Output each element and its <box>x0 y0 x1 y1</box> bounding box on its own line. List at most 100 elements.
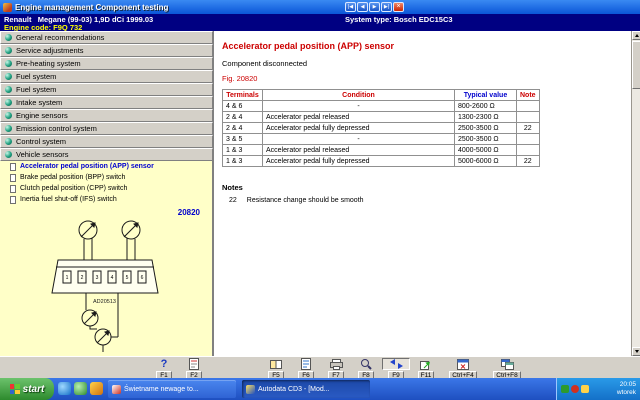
cell-terminals: 2 & 4 <box>223 112 263 123</box>
search-icon <box>352 358 380 370</box>
test-values-table: Terminals Condition Typical value Note 4… <box>222 89 540 167</box>
nav-last-button[interactable]: ▶| <box>381 2 392 12</box>
tray-status-icon-green[interactable] <box>561 385 569 393</box>
taskbar-clock[interactable]: 20:05 wtorek <box>617 381 636 397</box>
subitem-app-sensor[interactable]: Accelerator pedal position (APP) sensor <box>0 161 212 172</box>
windows-logo-icon <box>10 384 20 394</box>
cell-note <box>517 101 540 112</box>
function-toolbar: ? F1 F2 F5 F6 F7 F8 F9 <box>0 356 640 378</box>
subitem-ifs-switch[interactable]: Inertia fuel shut-off (IFS) switch <box>0 194 212 205</box>
sidebar-item-engine-sensors[interactable]: Engine sensors <box>0 109 213 122</box>
sidebar-item-label: Control system <box>16 137 66 146</box>
start-button[interactable]: start <box>0 378 54 400</box>
toolbar-button-ctrl-f8[interactable]: Ctrl+F8 <box>488 358 526 380</box>
main-content: Accelerator pedal position (APP) sensor … <box>213 31 631 356</box>
sidebar-item-intake-system[interactable]: Intake system <box>0 96 213 109</box>
subitem-label: Inertia fuel shut-off (IFS) switch <box>20 196 117 203</box>
figure-reference[interactable]: Fig. 20820 <box>222 74 257 83</box>
cell-typical-value: 2500-3500 Ω <box>455 123 517 134</box>
figure-number: 20820 <box>178 208 200 217</box>
pin-number: 6 <box>141 275 144 281</box>
bullet-sphere-icon <box>5 125 12 132</box>
page-title: Accelerator pedal position (APP) sensor <box>222 41 394 51</box>
toolbar-button-help[interactable]: ? F1 <box>150 358 178 380</box>
toolbar-button-f11[interactable]: F11 <box>412 358 440 380</box>
component-diagram-panel: 1 2 3 4 5 6 20820 AD20513 <box>0 205 213 356</box>
subitem-bpp-switch[interactable]: Brake pedal position (BPP) switch <box>0 172 212 183</box>
bullet-sphere-icon <box>5 86 12 93</box>
page-icon <box>10 174 16 182</box>
help-icon: ? <box>150 358 178 370</box>
toolbar-button-f2[interactable]: F2 <box>180 358 208 380</box>
nav-prev-button[interactable]: ◀ <box>357 2 368 12</box>
col-header-typical-value: Typical value <box>455 90 517 101</box>
toolbar-button-print[interactable]: F7 <box>322 358 350 380</box>
page-icon <box>10 196 16 204</box>
book-icon <box>262 358 290 370</box>
vehicle-header: Renault Megane (99-03) 1,9D dCi 1999.03 … <box>0 14 640 31</box>
toolbar-button-ctrl-f4[interactable]: Ctrl+F4 <box>444 358 482 380</box>
quicklaunch-app-icon[interactable] <box>74 382 87 395</box>
sidebar-item-general-recommendations[interactable]: General recommendations <box>0 31 213 44</box>
sidebar-item-fuel-system-2[interactable]: Fuel system <box>0 83 213 96</box>
taskbar-task-messenger[interactable]: Świetname newage to... <box>108 380 236 398</box>
sidebar-item-emission-control-system[interactable]: Emission control system <box>0 122 213 135</box>
sidebar-item-fuel-system-1[interactable]: Fuel system <box>0 70 213 83</box>
windows-taskbar: start Świetname newage to... Autodata CD… <box>0 378 640 400</box>
app-icon <box>3 3 12 12</box>
sidebar-item-vehicle-sensors[interactable]: Vehicle sensors <box>0 148 213 161</box>
cell-note: 22 <box>517 123 540 134</box>
test-condition: Component disconnected <box>222 59 307 68</box>
sidebar-item-control-system[interactable]: Control system <box>0 135 213 148</box>
page-icon <box>10 163 16 171</box>
col-header-terminals: Terminals <box>223 90 263 101</box>
notes-heading: Notes <box>222 183 243 192</box>
start-label: start <box>23 384 45 395</box>
cell-condition: Accelerator pedal fully depressed <box>263 123 455 134</box>
sidebar-item-label: Emission control system <box>16 124 97 133</box>
toolbar-button-f5[interactable]: F5 <box>262 358 290 380</box>
toolbar-button-search[interactable]: F8 <box>352 358 380 380</box>
nav-button-cluster: |◀ ◀ ▶ ▶| × <box>345 2 404 12</box>
pin-number: 4 <box>111 275 114 281</box>
cell-terminals: 2 & 4 <box>223 123 263 134</box>
quicklaunch-browser-icon[interactable] <box>58 382 71 395</box>
system-tray: 20:05 wtorek <box>556 378 640 400</box>
subitem-cpp-switch[interactable]: Clutch pedal position (CPP) switch <box>0 183 212 194</box>
nav-next-button[interactable]: ▶ <box>369 2 380 12</box>
bullet-sphere-icon <box>5 99 12 106</box>
cell-condition: - <box>263 101 455 112</box>
scrollbar-thumb[interactable] <box>632 41 640 89</box>
scroll-up-icon[interactable] <box>632 31 640 40</box>
sidebar-item-service-adjustments[interactable]: Service adjustments <box>0 44 213 57</box>
scroll-down-icon[interactable] <box>632 347 640 356</box>
cell-condition: Accelerator pedal released <box>263 145 455 156</box>
close-icon[interactable]: × <box>393 2 404 12</box>
table-row: 3 & 5 - 2500-3500 Ω <box>223 134 540 145</box>
sidebar-item-label: Fuel system <box>16 85 56 94</box>
taskbar-task-autodata[interactable]: Autodata CD3 - [Mod... <box>242 380 370 398</box>
cell-terminals: 1 & 3 <box>223 156 263 167</box>
clock-day: wtorek <box>617 389 636 397</box>
app-sensor-wiring-diagram: 1 2 3 4 5 6 <box>0 205 213 356</box>
nav-first-button[interactable]: |◀ <box>345 2 356 12</box>
window-title: Engine management Component testing <box>15 3 168 12</box>
vehicle-sensors-subpanel: Accelerator pedal position (APP) sensor … <box>0 161 213 205</box>
col-header-condition: Condition <box>263 90 455 101</box>
cell-terminals: 1 & 3 <box>223 145 263 156</box>
cell-terminals: 4 & 6 <box>223 101 263 112</box>
system-type: System type: Bosch EDC15C3 <box>345 15 453 24</box>
tray-status-icon-yellow[interactable] <box>581 385 589 393</box>
task-icon <box>246 385 255 394</box>
cell-note: 22 <box>517 156 540 167</box>
toolbar-button-f9[interactable]: F9 <box>382 358 410 380</box>
tray-status-icon-red[interactable] <box>571 385 579 393</box>
toolbar-button-f6[interactable]: F6 <box>292 358 320 380</box>
cell-terminals: 3 & 5 <box>223 134 263 145</box>
cell-typical-value: 800-2600 Ω <box>455 101 517 112</box>
quicklaunch-folder-icon[interactable] <box>90 382 103 395</box>
sidebar-item-pre-heating-system[interactable]: Pre-heating system <box>0 57 213 70</box>
vertical-scrollbar[interactable] <box>631 31 640 356</box>
task-icon <box>112 385 121 394</box>
title-bar: Engine management Component testing |◀ ◀… <box>0 0 640 14</box>
